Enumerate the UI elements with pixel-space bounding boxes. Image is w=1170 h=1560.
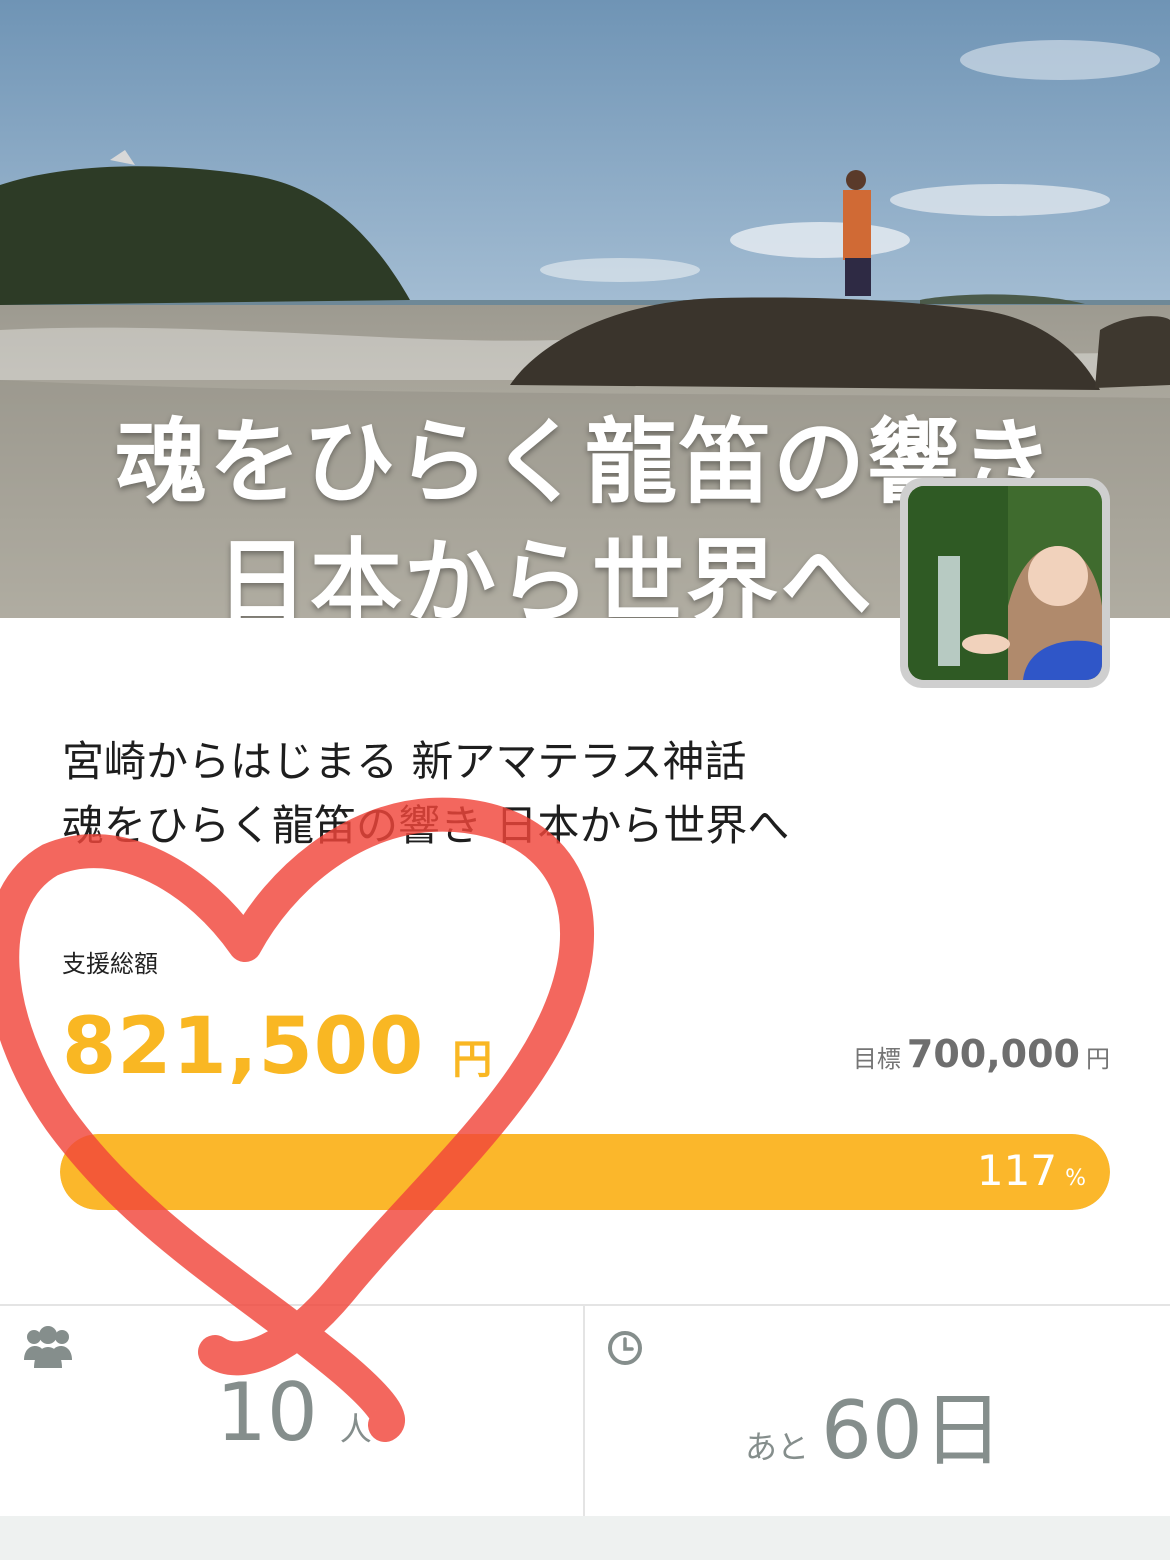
total-support-label: 支援総額 xyxy=(62,950,158,978)
stats-panel: 10 人 あと 60日 xyxy=(0,1304,1170,1518)
goal-value: 700,000 xyxy=(906,1032,1080,1076)
users-icon xyxy=(24,1326,72,1374)
project-title-line1: 宮崎からはじまる 新アマテラス神話 xyxy=(62,737,747,786)
days-left: あと 60日 xyxy=(745,1366,1003,1482)
days-left-stat: あと 60日 xyxy=(585,1306,1170,1516)
footer-band xyxy=(0,1516,1170,1560)
goal-unit: 円 xyxy=(1086,1045,1110,1073)
total-amount-unit: 円 xyxy=(452,1037,493,1083)
total-amount-value: 821,500 xyxy=(62,1002,425,1092)
project-title-line2: 魂をひらく龍笛の響き 日本から世界へ xyxy=(62,801,790,850)
goal-amount: 目標 700,000 円 xyxy=(853,1032,1110,1076)
total-amount: 821,500 円 xyxy=(62,1002,492,1092)
backers-value: 10 xyxy=(216,1366,318,1459)
days-left-prefix: あと xyxy=(745,1428,810,1466)
avatar-photo xyxy=(908,486,1102,680)
backers-stat: 10 人 xyxy=(0,1306,585,1516)
owner-avatar[interactable] xyxy=(900,478,1110,688)
progress-fill xyxy=(60,1134,1110,1210)
goal-label: 目標 xyxy=(852,1045,901,1073)
funding-progress-bar: 117% xyxy=(60,1134,1110,1210)
progress-percent-value: 117 xyxy=(976,1146,1058,1195)
days-left-value: 60日 xyxy=(821,1384,1003,1477)
clock-icon xyxy=(607,1330,643,1370)
project-title: 宮崎からはじまる 新アマテラス神話 魂をひらく龍笛の響き 日本から世界へ xyxy=(62,730,1062,858)
backers-unit: 人 xyxy=(339,1410,372,1448)
progress-percent: 117% xyxy=(977,1146,1086,1195)
progress-percent-unit: % xyxy=(1065,1166,1086,1191)
backers-count: 10 人 xyxy=(216,1366,372,1459)
